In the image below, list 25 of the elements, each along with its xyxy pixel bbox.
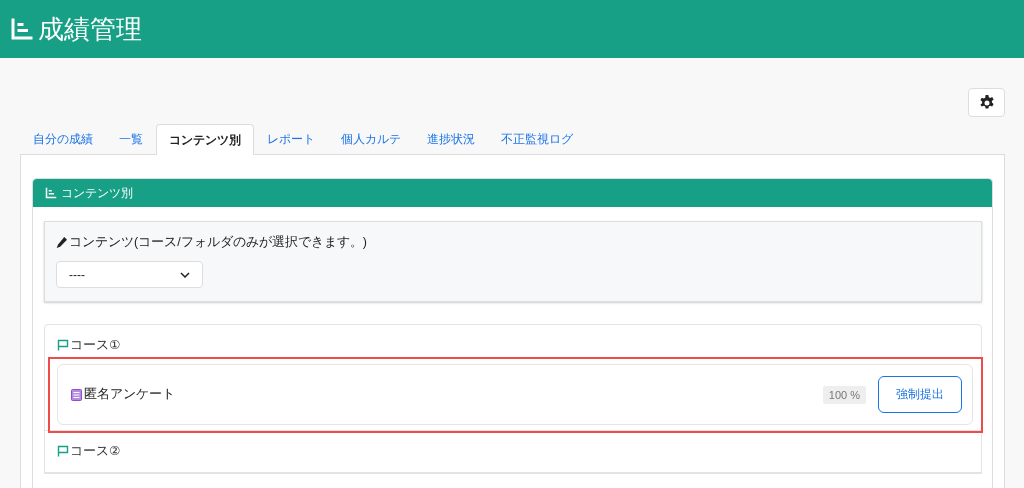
tab[interactable]: コンテンツ別 xyxy=(156,124,254,155)
survey-icon xyxy=(71,388,82,401)
tab[interactable]: 自分の成績 xyxy=(20,124,106,154)
chevron-icon xyxy=(180,271,190,278)
tab[interactable]: 個人カルテ xyxy=(328,124,414,154)
tab[interactable]: 一覧 xyxy=(106,124,156,154)
page-title: 成績管理 xyxy=(38,12,142,46)
settings-button[interactable] xyxy=(968,88,1005,117)
chart-icon xyxy=(10,17,34,41)
card-title: コンテンツ別 xyxy=(61,184,133,202)
force-submit-button[interactable]: 強制提出 xyxy=(878,376,962,413)
item-name: 匿名アンケート xyxy=(84,386,175,403)
tab[interactable]: 不正監視ログ xyxy=(488,124,586,154)
tab[interactable]: レポート xyxy=(254,124,328,154)
chart-icon xyxy=(45,187,57,199)
tab[interactable]: 進捗状況 xyxy=(414,124,488,154)
flag-icon xyxy=(57,445,69,457)
progress-badge: 100 % xyxy=(822,385,866,404)
filter-label: コンテンツ(コース/フォルダのみが選択できます。) xyxy=(69,234,367,251)
pencil-icon xyxy=(56,237,67,248)
course-name: コース② xyxy=(70,442,121,460)
settings-icon xyxy=(978,94,995,111)
content-select[interactable]: ---- xyxy=(56,261,203,288)
course-name: コース① xyxy=(70,336,121,354)
flag-icon xyxy=(57,339,69,351)
